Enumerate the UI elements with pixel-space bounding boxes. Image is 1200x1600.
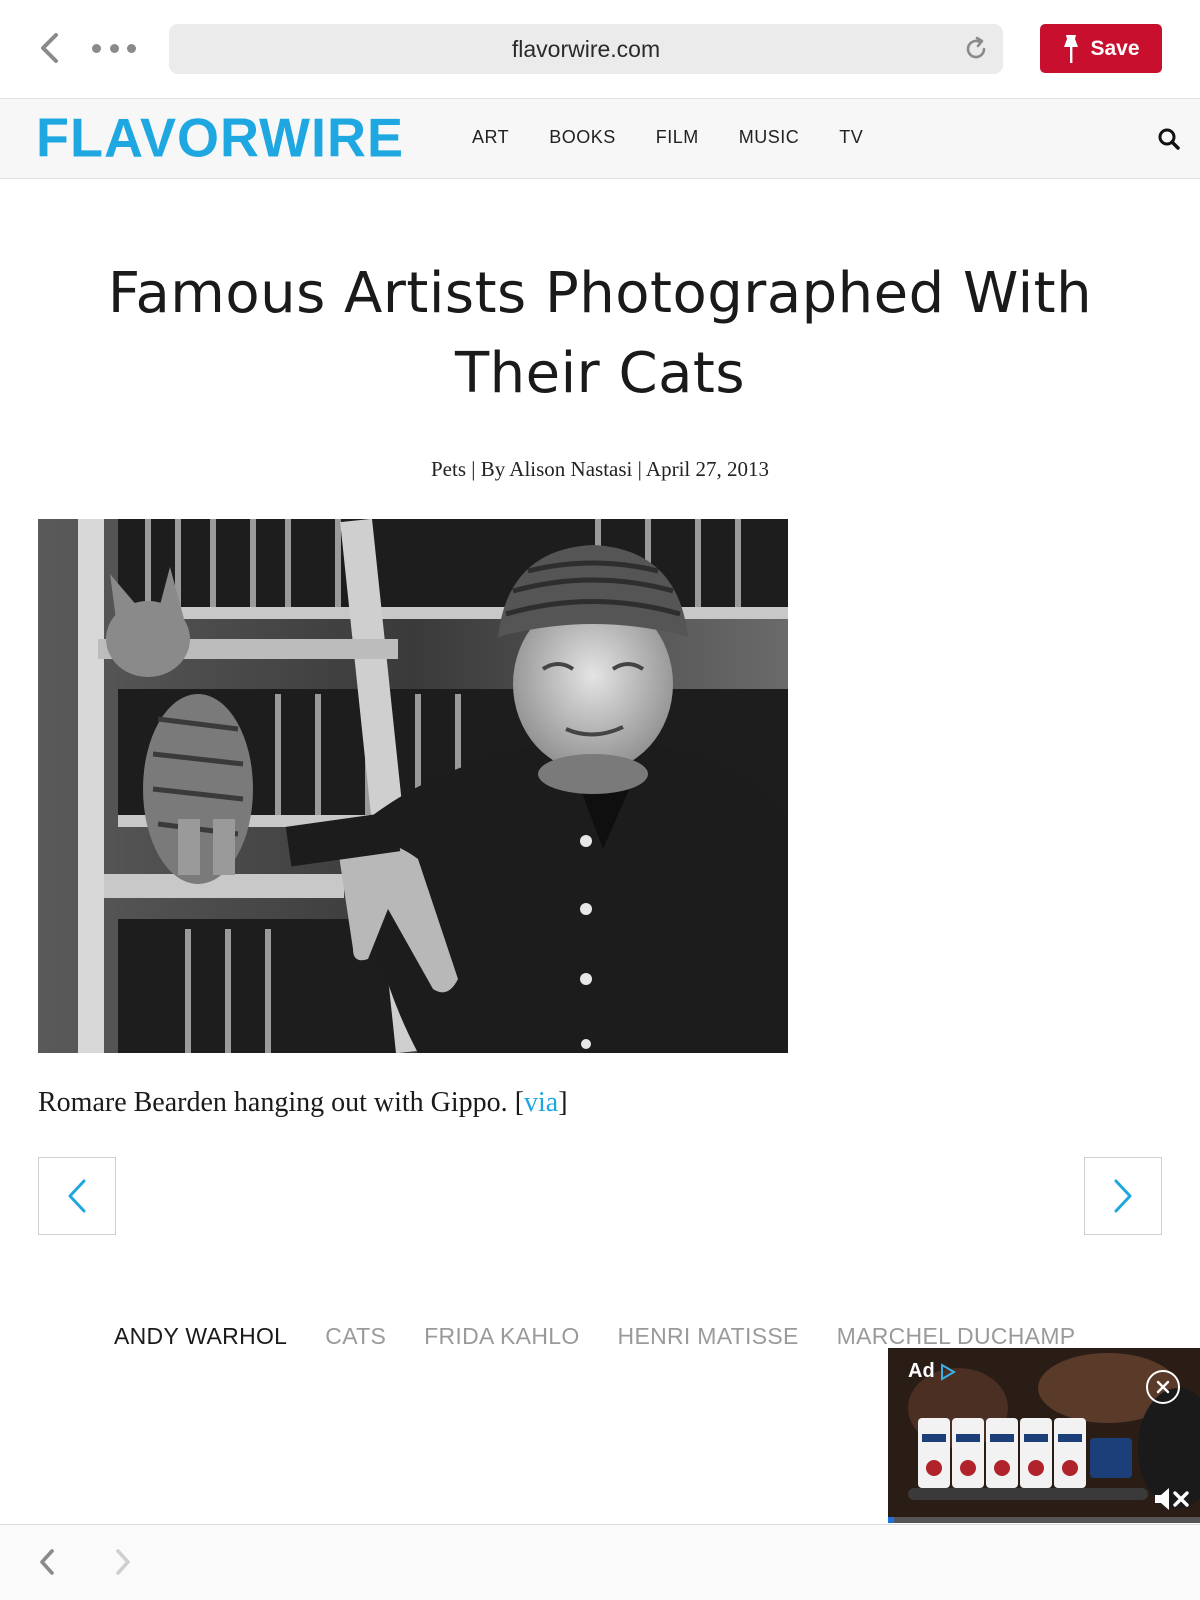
tag-frida-kahlo[interactable]: FRIDA KAHLO bbox=[424, 1323, 579, 1350]
more-dots-icon bbox=[92, 43, 101, 53]
ad-progress-bar bbox=[888, 1517, 1200, 1523]
tag-henri-matisse[interactable]: HENRI MATISSE bbox=[618, 1323, 799, 1350]
history-back-button[interactable] bbox=[36, 1547, 58, 1577]
ad-label-text: Ad bbox=[908, 1360, 935, 1382]
browser-toolbar: flavorwire.com Save bbox=[0, 0, 1200, 99]
nav-item-tv[interactable]: TV bbox=[839, 127, 863, 148]
previous-slide-button[interactable] bbox=[38, 1157, 116, 1235]
save-label: Save bbox=[1090, 36, 1140, 60]
photo-caption: Romare Bearden hanging out with Gippo. [… bbox=[38, 1087, 568, 1119]
article-title: Famous Artists Photographed With Their C… bbox=[107, 261, 1093, 406]
browser-bottom-bar bbox=[0, 1524, 1200, 1600]
caption-bracket-close: ] bbox=[558, 1087, 568, 1118]
site-header: FLAVORWIRE ART BOOKS FILM MUSIC TV bbox=[0, 99, 1200, 179]
ad-label: Ad bbox=[908, 1360, 957, 1383]
tag-andy-warhol[interactable]: ANDY WARHOL bbox=[114, 1323, 287, 1350]
search-button[interactable] bbox=[1157, 127, 1181, 151]
photo-artist-with-cat bbox=[38, 519, 788, 1053]
article-photo bbox=[38, 519, 788, 1053]
address-bar[interactable]: flavorwire.com bbox=[169, 24, 1003, 74]
next-slide-button[interactable] bbox=[1084, 1157, 1162, 1235]
url-text: flavorwire.com bbox=[511, 36, 661, 62]
pin-icon bbox=[1064, 34, 1079, 63]
reload-button[interactable] bbox=[963, 36, 989, 62]
chevron-right-icon bbox=[116, 1549, 130, 1575]
reload-icon bbox=[966, 36, 986, 59]
more-options-button[interactable] bbox=[92, 36, 136, 60]
ad-progress-fill bbox=[888, 1517, 895, 1523]
chevron-left-icon bbox=[40, 1549, 54, 1575]
main-nav: ART BOOKS FILM MUSIC TV bbox=[472, 127, 863, 148]
nav-item-music[interactable]: MUSIC bbox=[739, 127, 800, 148]
nav-item-film[interactable]: FILM bbox=[656, 127, 699, 148]
ad-close-button[interactable] bbox=[1146, 1370, 1180, 1404]
close-icon bbox=[1156, 1380, 1170, 1394]
speaker-muted-icon bbox=[1155, 1488, 1189, 1510]
video-ad[interactable]: Ad bbox=[888, 1348, 1200, 1523]
browser-back-button[interactable] bbox=[34, 30, 64, 66]
chevron-right-icon bbox=[1114, 1179, 1132, 1213]
chevron-left-icon bbox=[68, 1179, 86, 1213]
caption-text: Romare Bearden hanging out with Gippo. bbox=[38, 1087, 515, 1118]
tag-marchel-duchamp[interactable]: MARCHEL DUCHAMP bbox=[837, 1323, 1076, 1350]
caption-via-link[interactable]: via bbox=[524, 1087, 558, 1118]
pinterest-save-button[interactable]: Save bbox=[1040, 24, 1162, 73]
ad-mute-button[interactable] bbox=[1153, 1486, 1191, 1512]
nav-item-books[interactable]: BOOKS bbox=[549, 127, 616, 148]
adchoices-icon[interactable] bbox=[939, 1362, 957, 1381]
article-byline: Pets | By Alison Nastasi | April 27, 201… bbox=[430, 457, 769, 481]
tag-cats[interactable]: CATS bbox=[325, 1323, 386, 1350]
site-logo[interactable]: FLAVORWIRE bbox=[36, 110, 404, 165]
chevron-left-icon bbox=[41, 33, 58, 63]
nav-item-art[interactable]: ART bbox=[472, 127, 509, 148]
search-icon bbox=[1158, 128, 1180, 150]
caption-bracket-open: [ bbox=[514, 1087, 525, 1118]
tag-list: ANDY WARHOL CATS FRIDA KAHLO HENRI MATIS… bbox=[114, 1323, 1075, 1350]
history-forward-button[interactable] bbox=[112, 1547, 134, 1577]
